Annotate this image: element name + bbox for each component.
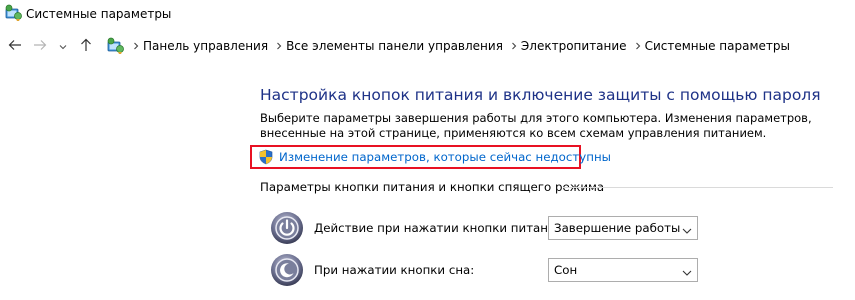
chevron-down-icon — [681, 264, 693, 276]
change-unavailable-settings-link[interactable]: Изменение параметров, которые сейчас нед… — [258, 149, 611, 165]
sleep-action-label: При нажатии кнопки сна: — [314, 263, 475, 277]
power-action-value: Завершение работы — [554, 221, 681, 235]
power-action-label: Действие при нажатии кнопки питания: — [314, 221, 567, 235]
up-button[interactable] — [77, 36, 95, 56]
back-button[interactable] — [6, 36, 24, 56]
window-title: Системные параметры — [26, 7, 172, 21]
change-settings-link-text[interactable]: Изменение параметров, которые сейчас нед… — [279, 149, 611, 165]
chevron-right-icon[interactable] — [272, 41, 286, 51]
forward-button[interactable] — [31, 36, 49, 56]
power-action-select[interactable]: Завершение работы — [548, 216, 698, 240]
control-panel-icon — [105, 36, 125, 56]
recent-locations-button[interactable] — [56, 36, 70, 56]
uac-shield-icon — [258, 149, 274, 165]
power-button-setting-row: Действие при нажатии кнопки питания: Зав… — [270, 211, 710, 247]
sleep-action-value: Сон — [554, 263, 578, 277]
chevron-down-icon — [58, 37, 68, 56]
chevron-right-icon[interactable] — [507, 41, 521, 51]
system-settings-window: Системные параметры Панель управления Вс… — [0, 0, 855, 300]
page-description: Выберите параметры завершения работы для… — [260, 111, 812, 140]
address-bar[interactable]: Панель управления Все элементы панели уп… — [99, 34, 855, 58]
control-panel-icon — [3, 3, 23, 23]
group-divider — [563, 187, 833, 188]
page-title: Настройка кнопок питания и включение защ… — [260, 86, 821, 104]
group-label: Параметры кнопки питания и кнопки спящег… — [260, 180, 605, 194]
chevron-right-icon[interactable] — [129, 41, 143, 51]
breadcrumb: Панель управления Все элементы панели уп… — [129, 38, 794, 54]
up-arrow-icon — [79, 37, 93, 56]
power-button-icon — [270, 211, 304, 245]
sleep-button-icon — [270, 253, 304, 287]
sleep-action-select[interactable]: Сон — [548, 258, 698, 282]
chevron-down-icon — [681, 222, 693, 234]
navigation-bar: Панель управления Все элементы панели уп… — [0, 34, 855, 58]
sleep-button-setting-row: При нажатии кнопки сна: Сон — [270, 253, 710, 289]
back-arrow-icon — [8, 37, 22, 56]
breadcrumb-power-options[interactable]: Электропитание — [521, 38, 627, 54]
breadcrumb-all-items[interactable]: Все элементы панели управления — [286, 38, 503, 54]
chevron-right-icon[interactable] — [631, 41, 645, 51]
breadcrumb-control-panel[interactable]: Панель управления — [143, 38, 268, 54]
forward-arrow-icon — [33, 37, 47, 56]
breadcrumb-system-settings[interactable]: Системные параметры — [645, 38, 790, 54]
title-bar: Системные параметры — [0, 0, 855, 28]
